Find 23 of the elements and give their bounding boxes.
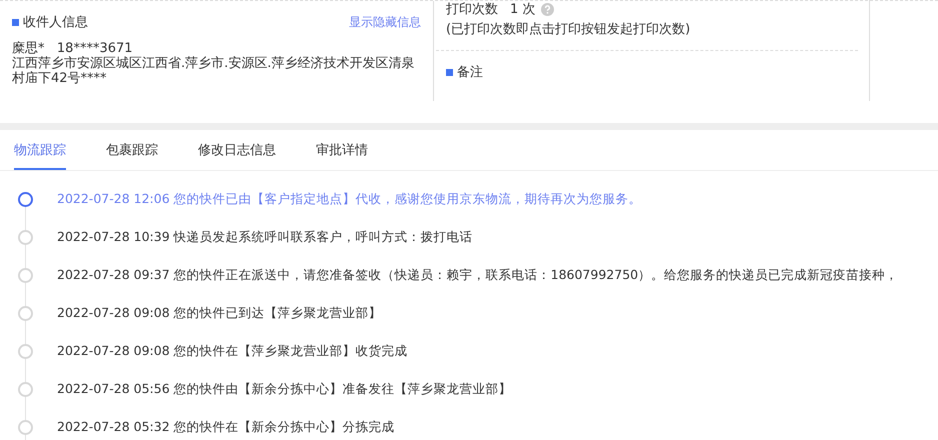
recipient-address: 江西萍乡市安源区城区江西省.萍乡市.安源区.萍乡经济技术开发区清泉村庙下42号**** xyxy=(12,56,416,86)
tracking-event: 2022-07-28 09:08 您的快件已到达【萍乡聚龙营业部】 xyxy=(57,304,382,322)
tab[interactable]: 包裹跟踪 xyxy=(106,130,158,170)
section-marker-icon xyxy=(446,68,453,76)
print-count-note: (已打印次数即点击打印按钮发起打印次数) xyxy=(446,21,692,38)
help-icon[interactable] xyxy=(541,2,554,16)
tab[interactable]: 物流跟踪 xyxy=(14,130,66,170)
tracking-event: 2022-07-28 09:37 您的快件正在派送中，请您准备签收（快递员：赖宇，联系电话：18607992750）。给您服务的快递员已完成新冠疫苗接种， xyxy=(57,266,898,284)
tracking-event: 2022-07-28 09:08 您的快件在【萍乡聚龙营业部】收货完成 xyxy=(57,342,408,360)
print-count-value: 1 次 xyxy=(510,1,536,18)
tab[interactable]: 修改日志信息 xyxy=(198,130,276,170)
section-title: 收件人信息 xyxy=(23,14,88,31)
print-count-label: 打印次数 xyxy=(446,1,498,18)
tracking-event: 2022-07-28 10:39 快递员发起系统呼叫联系客户，呼叫方式：拨打电话 xyxy=(57,228,473,246)
section-marker-icon xyxy=(12,18,19,26)
tracking-event: 2022-07-28 12:06 您的快件已由【客户指定地点】代收，感谢您使用京东物流，期待再次为您服务。 xyxy=(57,190,642,208)
tracking-event: 2022-07-28 05:32 您的快件在【新余分拣中心】分拣完成 xyxy=(57,418,395,436)
section-title: 备注 xyxy=(457,64,483,81)
recipient-phone: 18****3671 xyxy=(56,41,133,56)
tracking-event: 2022-07-28 05:56 您的快件由【新余分拣中心】准备发往【萍乡聚龙营业部】 xyxy=(57,380,512,398)
tab[interactable]: 审批详情 xyxy=(316,130,368,170)
recipient-name: 糜思* xyxy=(12,41,44,56)
show-hidden-info-link[interactable]: 显示隐藏信息 xyxy=(349,14,421,30)
